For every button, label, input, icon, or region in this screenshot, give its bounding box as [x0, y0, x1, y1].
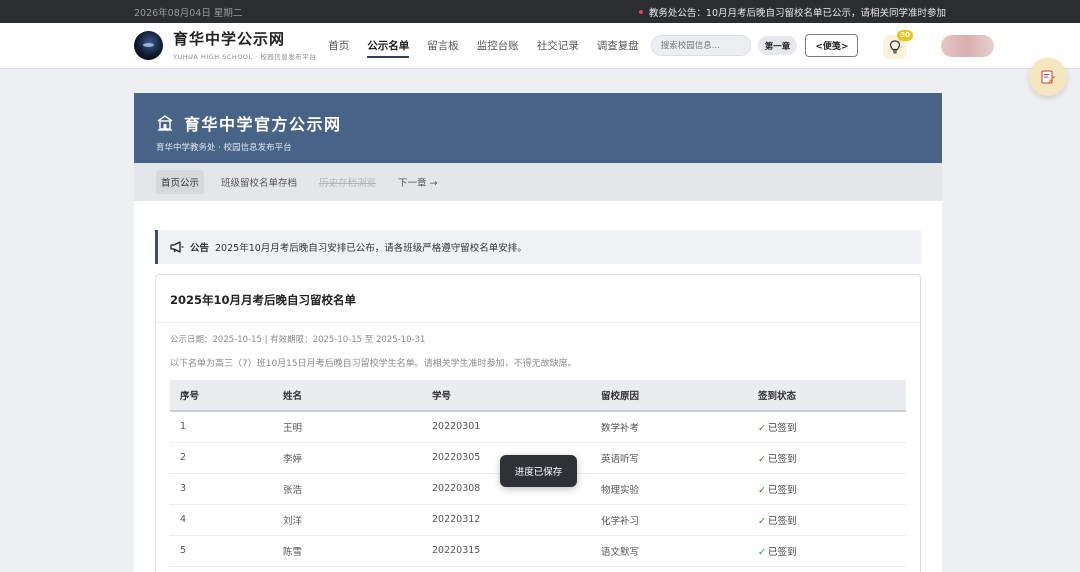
brand[interactable]: 育华中学公示网 YUHUA HIGH SCHOOL · 校园信息发布平台: [173, 30, 316, 61]
tab-home-notice[interactable]: 首页公示: [156, 170, 205, 194]
main-content: 公告 2025年10月月考后晚自习安排已公布，请各班级严格遵守留校名单安排。 2…: [134, 201, 942, 572]
user-account-button[interactable]: [941, 35, 994, 57]
column-header-student-id: 学号: [422, 380, 591, 412]
notepad-float-button[interactable]: [1029, 58, 1067, 96]
column-header-status: 签到状态: [748, 380, 906, 412]
section-tabs: 首页公示 班级留校名单存档 历史存档浏览 下一章 →: [134, 163, 942, 201]
card-divider: [156, 322, 920, 323]
cell-no: 3: [170, 473, 273, 505]
brand-name: 育华中学公示网: [173, 30, 286, 48]
cell-status: ✓ 已签到: [748, 473, 906, 505]
lightbulb-icon: [889, 40, 901, 54]
check-icon: ✓: [758, 515, 766, 527]
cell-status: ✓ 已签到: [748, 535, 906, 567]
school-building-icon: [157, 115, 173, 131]
announcement-label: 公告: [190, 243, 210, 254]
nav-home[interactable]: 首页: [328, 32, 349, 59]
notes-button[interactable]: <便笺>: [805, 34, 859, 57]
tab-history-archive: 历史存档浏览: [319, 178, 377, 189]
school-logo[interactable]: [134, 31, 163, 60]
announcement-bar: 公告 2025年10月月考后晚自习安排已公布，请各班级严格遵守留校名单安排。: [155, 230, 921, 264]
column-header-no: 序号: [170, 380, 273, 412]
cell-name: 张浩: [273, 473, 422, 505]
search-input[interactable]: [650, 35, 751, 56]
nav-monitor-ledger[interactable]: 监控台账: [477, 32, 519, 59]
cell-status: ✓ 已签到: [748, 411, 906, 443]
cell-name: 刘洋: [273, 504, 422, 536]
edit-note-icon: [1041, 70, 1055, 84]
nav-social-records[interactable]: 社交记录: [537, 32, 579, 59]
chapter-button[interactable]: 第一章: [757, 36, 798, 55]
hint-button[interactable]: 30: [883, 30, 913, 59]
cell-no: 5: [170, 535, 273, 567]
table-row: 1 王明 20220301 数学补考 ✓ 已签到: [170, 411, 906, 443]
cell-name: 李婷: [273, 442, 422, 474]
cell-status: ✓ 已签到: [748, 504, 906, 536]
list-description: 以下名单为高三（7）班10月15日月考后晚自习留校学生名单。请相关学生准时参加，…: [170, 359, 577, 369]
status-text: 已签到: [767, 546, 797, 558]
megaphone-icon: [170, 241, 184, 253]
stay-list-card: 2025年10月月考后晚自习留校名单 公示日期：2025-10-15 | 有效期…: [155, 274, 921, 572]
check-icon: ✓: [758, 484, 766, 496]
main-nav: 首页 公示名单 留言板 监控台账 社交记录 调查复盘: [328, 32, 639, 59]
check-icon: ✓: [758, 546, 766, 558]
table-row: 5 陈雪 20220315 语文默写 ✓ 已签到: [170, 535, 906, 567]
table-row: 4 刘洋 20220312 化学补习 ✓ 已签到: [170, 504, 906, 536]
check-icon: ✓: [758, 453, 766, 465]
nav-message-board[interactable]: 留言板: [427, 32, 459, 59]
status-text: 已签到: [767, 422, 797, 434]
table-header-row: 序号 姓名 学号 留校原因 签到状态: [170, 380, 906, 412]
ticker-notice-text: 教务处公告：10月月考后晚自习留校名单已公示，请相关同学准时参加: [648, 7, 946, 19]
save-toast: 进度已保存: [500, 455, 577, 487]
current-date: 2026年08月04日 星期二: [134, 7, 243, 19]
cell-student-id: 20220315: [422, 535, 591, 567]
list-title: 2025年10月月考后晚自习留校名单: [170, 293, 357, 307]
announcement-text: 2025年10月月考后晚自习安排已公布，请各班级严格遵守留校名单安排。: [215, 243, 527, 254]
cell-reason: 语文默写: [591, 535, 748, 567]
tab-class-list-archive[interactable]: 班级留校名单存档: [216, 170, 302, 194]
nav-investigation-review[interactable]: 调查复盘: [597, 32, 639, 59]
site-header: 育华中学公示网 YUHUA HIGH SCHOOL · 校园信息发布平台 首页 …: [0, 23, 1080, 69]
notice-dot-icon: [638, 9, 643, 14]
cell-name: 王明: [273, 411, 422, 443]
brand-tagline: YUHUA HIGH SCHOOL · 校园信息发布平台: [173, 53, 317, 61]
top-ticker-bar: 2026年08月04日 星期二 教务处公告：10月月考后晚自习留校名单已公示，请…: [0, 0, 1080, 23]
column-header-reason: 留校原因: [591, 380, 748, 412]
cell-no: 4: [170, 504, 273, 536]
banner-subtitle: 育华中学教务处 · 校园信息发布平台: [156, 143, 292, 153]
cell-name: 陈雪: [273, 535, 422, 567]
cell-no: 2: [170, 442, 273, 474]
cell-reason: 英语听写: [591, 442, 748, 474]
cell-reason: 物理实验: [591, 473, 748, 505]
list-meta: 公示日期：2025-10-15 | 有效期限：2025-10-15 至 2025…: [170, 335, 426, 345]
status-text: 已签到: [767, 515, 797, 527]
check-icon: ✓: [758, 422, 766, 434]
cell-reason: 数学补考: [591, 411, 748, 443]
nav-notice-list[interactable]: 公示名单: [367, 32, 410, 59]
column-header-name: 姓名: [273, 380, 422, 412]
page-banner: 育华中学官方公示网 育华中学教务处 · 校园信息发布平台: [134, 93, 942, 163]
ticker-notice[interactable]: 教务处公告：10月月考后晚自习留校名单已公示，请相关同学准时参加: [638, 5, 946, 19]
cell-no: 1: [170, 411, 273, 443]
hint-count-badge: 30: [897, 30, 913, 41]
cell-student-id: 20220312: [422, 504, 591, 536]
cell-reason: 化学补习: [591, 504, 748, 536]
cell-status: ✓ 已签到: [748, 442, 906, 474]
banner-title: 育华中学官方公示网: [184, 115, 342, 134]
status-text: 已签到: [767, 484, 797, 496]
status-text: 已签到: [767, 453, 797, 465]
cell-student-id: 20220301: [422, 411, 591, 443]
tab-next-chapter[interactable]: 下一章 →: [393, 170, 442, 194]
